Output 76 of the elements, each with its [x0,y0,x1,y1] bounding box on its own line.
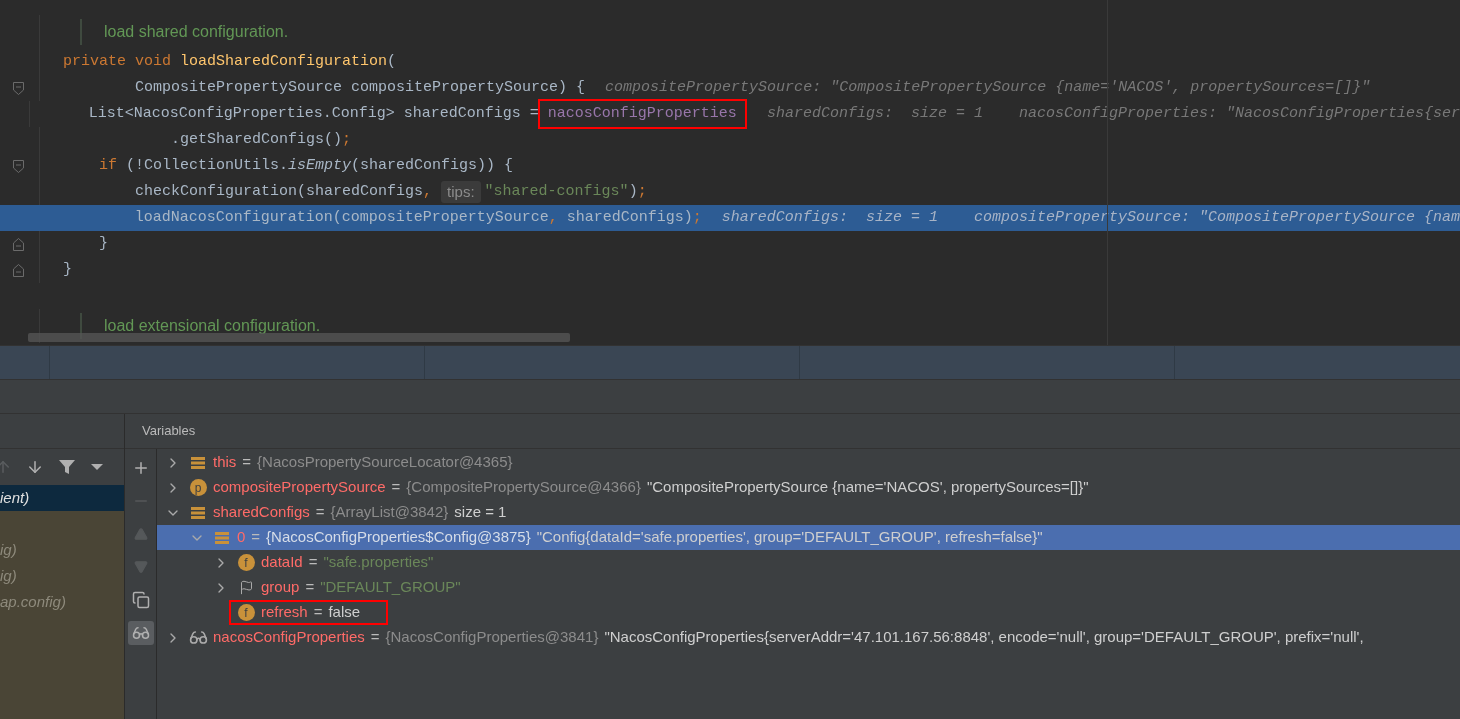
list-icon [191,455,205,470]
variable-name: compositePropertySource [213,477,386,498]
variable-name: nacosConfigProperties [213,627,365,648]
tree-row[interactable]: p compositePropertySource = {CompositePropertySource@4366} "CompositePropertySource {name='NACOS', propertySources=[]}" [157,475,1460,500]
filter-icon[interactable] [58,458,76,476]
code-text: List<NacosConfigProperties.Config> sharedConfigs = [87,103,540,124]
variable-name: 0 [237,527,246,548]
equals-sign: = [251,527,261,548]
list-icon [191,505,205,520]
variable-name: this [213,452,237,473]
glasses-icon[interactable] [127,621,154,645]
equals-sign: = [308,552,318,573]
arrow-down-icon[interactable] [26,458,44,476]
code-text: } [98,233,108,254]
equals-sign: = [370,627,380,648]
tree-row[interactable]: this = {NacosPropertySourceLocator@4365} [157,450,1460,475]
variable-value: false [328,602,361,623]
variable-type: {NacosConfigProperties$Config@3875} [266,527,531,548]
code-text: .getSharedConfigs(); [170,129,352,150]
code-text: } [63,259,72,280]
horizontal-scrollbar[interactable] [28,333,570,342]
inline-value-hint: nacosConfigProperties: "NacosConfigProperties{ser [1018,103,1460,124]
equals-sign: = [391,477,401,498]
equals-sign: = [313,602,323,623]
flag-icon [238,580,254,595]
variable-type: {CompositePropertySource@4366} [406,477,641,498]
variable-value: size = 1 [454,502,507,523]
code-text: checkConfiguration(sharedConfigs, [134,181,434,202]
tree-row[interactable]: f dataId = "safe.properties" [157,550,1460,575]
variable-value: "safe.properties" [323,552,434,573]
frame-item[interactable]: ig) [0,537,124,563]
frame-item[interactable]: ient) [0,485,124,511]
tree-row[interactable]: f refresh = false [157,600,1460,625]
fold-icon[interactable] [13,159,24,173]
frame-item[interactable]: ap.config) [0,589,124,615]
variable-type: {ArrayList@3842} [330,502,449,523]
equals-sign: = [242,452,252,473]
tree-row[interactable]: group = "DEFAULT_GROUP" [157,575,1460,600]
variable-type: {NacosConfigProperties@3841} [385,627,599,648]
fold-icon[interactable] [13,237,24,251]
tree-row[interactable]: nacosConfigProperties = {NacosConfigProperties@3841} "NacosConfigProperties{serverAddr='47.101.167.56:8848', encode='null', group='DEFAULT_GROUP', prefix='null', [157,625,1460,650]
annotated-code: nacosConfigProperties [537,98,747,130]
list-icon [215,530,229,545]
inline-value-hint: sharedConfigs: size = 1 [721,207,938,228]
variable-value: "NacosConfigProperties{serverAddr='47.101.167.56:8848', encode='null', group='DEFAULT_GROUP', prefix='null', [604,627,1364,648]
variable-name: dataId [261,552,303,573]
code-text: CompositePropertySource compositePropertySource) { [134,77,586,98]
equals-sign: = [305,577,315,598]
fold-icon[interactable] [13,81,24,95]
inline-value-hint: sharedConfigs: size = 1 [766,103,983,124]
doc-comment: load extensional configuration. [104,316,321,336]
variable-name: refresh [261,602,308,623]
tree-row[interactable]: 0 = {NacosConfigProperties$Config@3875} "Config{dataId='safe.properties', group='DEFAULT_GROUP', refresh=false}" [157,525,1460,550]
code-text: if (!CollectionUtils.isEmpty(sharedConfigs)) { [98,155,514,176]
panel-title: Variables [142,422,196,441]
code-text: "shared-configs"); [484,181,647,202]
variable-value: "Config{dataId='safe.properties', group='DEFAULT_GROUP', refresh=false}" [536,527,1043,548]
glasses-icon [188,628,208,647]
code-text: loadNacosConfiguration(compositePropertySource, sharedConfigs); [133,207,702,228]
code-text: private void loadSharedConfiguration( [63,51,397,72]
parameter-hint: tips: [441,180,481,204]
frame-item[interactable]: ig) [0,563,124,589]
member-badge: f [237,554,255,571]
variable-value: "DEFAULT_GROUP" [320,577,461,598]
tree-row[interactable]: sharedConfigs = {ArrayList@3842} size = 1 [157,500,1460,525]
doc-comment: load shared configuration. [104,22,289,42]
member-badge: f [237,604,255,621]
equals-sign: = [315,502,325,523]
variable-name: sharedConfigs [213,502,310,523]
variable-value: "CompositePropertySource {name='NACOS', propertySources=[]}" [646,477,1089,498]
code-editor[interactable] [0,0,1460,345]
member-badge: p [189,479,207,496]
variable-name: group [261,577,300,598]
fold-icon[interactable] [13,263,24,277]
variable-type: {NacosPropertySourceLocator@4365} [257,452,513,473]
inline-value-hint: compositePropertySource: "CompositePropertySource {name='NACOS', propertySources=[]}" [605,77,1371,98]
